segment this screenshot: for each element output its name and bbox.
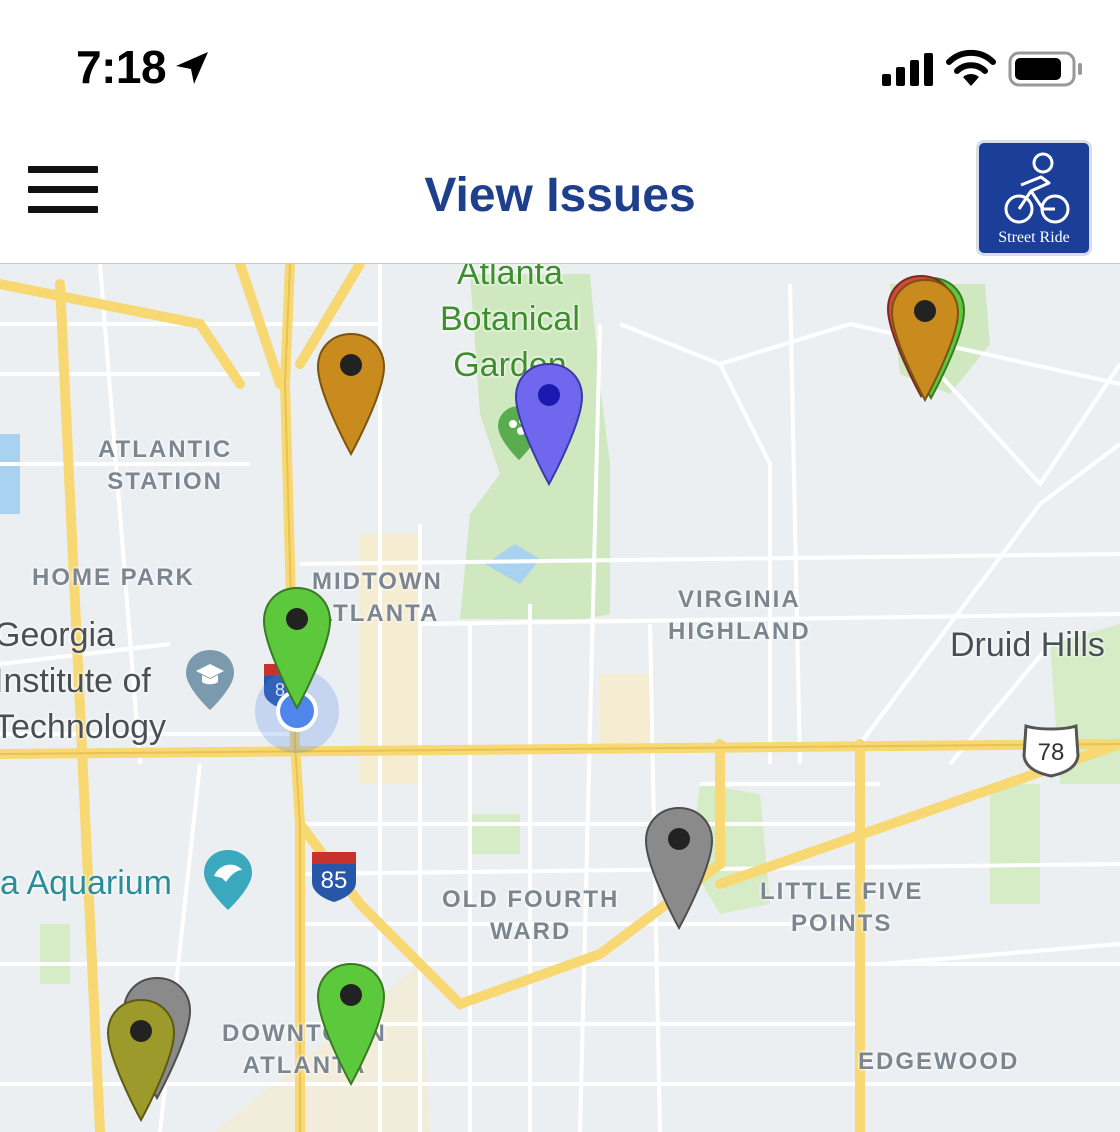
issue-pin-green-downtown[interactable]	[316, 962, 386, 1086]
district-old-fourth-ward: OLD FOURTH WARD	[442, 886, 620, 945]
issue-pin-blue[interactable]	[514, 362, 584, 486]
us-78-shield: 78	[1022, 723, 1080, 778]
issue-pin-olive-southwest[interactable]	[106, 998, 176, 1122]
status-time: 7:18	[76, 41, 167, 93]
issue-pin-orange-north[interactable]	[316, 332, 386, 456]
location-arrow-icon	[176, 52, 208, 84]
navigation-bar: View Issues Street Ride	[0, 130, 1120, 264]
issue-pin-gray-east[interactable]	[644, 806, 714, 930]
cellular-signal-icon	[882, 53, 933, 86]
district-virginia-highland: VIRGINIA HIGHLAND	[668, 586, 811, 645]
cyclist-icon	[1004, 152, 1070, 224]
issue-pin-orange-northeast[interactable]	[890, 278, 960, 402]
district-atlantic-station: ATLANTIC STATION	[98, 436, 233, 495]
logo-label: Street Ride	[998, 229, 1070, 246]
battery-icon	[1008, 51, 1082, 87]
university-poi-icon[interactable]	[184, 648, 236, 712]
district-home-park: HOME PARK	[32, 564, 195, 591]
shield-number: 78	[1038, 739, 1065, 766]
place-aquarium: a Aquarium	[0, 864, 172, 902]
issue-pin-green-midtown[interactable]	[262, 586, 332, 710]
interstate-85-shield: 85	[312, 852, 356, 902]
shield-number: 85	[321, 867, 348, 894]
district-little-five-points: LITTLE FIVE POINTS	[760, 878, 924, 937]
page-title: View Issues	[424, 169, 696, 222]
status-bar: 7:18	[0, 0, 1120, 130]
street-ride-logo-button[interactable]: Street Ride	[976, 140, 1092, 256]
district-edgewood: EDGEWOOD	[858, 1048, 1020, 1075]
place-druid-hills: Druid Hills	[950, 626, 1105, 664]
wifi-icon	[946, 49, 996, 86]
aquarium-poi-icon[interactable]	[202, 848, 254, 912]
map-view[interactable]: ATLANTIC STATION HOME PARK MIDTOWN ATLAN…	[0, 264, 1120, 1132]
place-georgia-tech: Georgia Institute of Technology	[0, 616, 167, 746]
